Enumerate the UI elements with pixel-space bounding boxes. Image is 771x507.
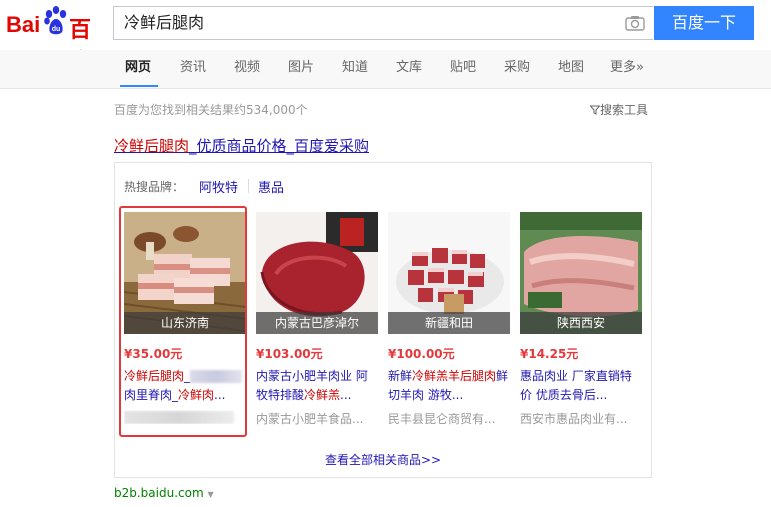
tab-more[interactable]: 更多» [610, 50, 644, 86]
source-url[interactable]: b2b.baidu.com ▼ [114, 486, 214, 500]
product-image[interactable]: 陕西西安 [520, 212, 642, 334]
paw-icon: du [44, 6, 67, 35]
search-tools-label: 搜索工具 [600, 103, 649, 117]
result-title-rest: _优质商品价格_百度爱采购 [189, 137, 370, 155]
header: Bai du 百度 冷鲜后腿肉 百度一下 [0, 0, 771, 74]
product-description[interactable]: 内蒙古小肥羊肉业 阿牧特排酸冷鲜羔... [256, 367, 378, 405]
search-button[interactable]: 百度一下 [654, 6, 754, 40]
chevron-down-icon: ▼ [207, 490, 214, 499]
product-price: ¥100.00元 [388, 347, 455, 361]
brand-link[interactable]: 阿牧特 [199, 177, 238, 196]
result-title-link[interactable]: 冷鲜后腿肉_优质商品价格_百度爱采购 [114, 135, 369, 156]
tab-map[interactable]: 地图 [558, 50, 584, 86]
baidu-logo[interactable]: Bai du 百度 [6, 4, 106, 74]
logo-text-left: Bai [6, 12, 41, 37]
seller-name: 内蒙古小肥羊食品... [256, 412, 364, 426]
seller-name: 民丰县昆仑商贸有... [388, 412, 496, 426]
search-input[interactable]: 冷鲜后腿肉 [113, 6, 653, 40]
view-all-link[interactable]: 查看全部相关商品>> [115, 451, 651, 468]
result-title-highlight: 冷鲜后腿肉 [114, 137, 190, 155]
product-description[interactable]: 新鲜冷鲜羔羊后腿肉鲜切羊肉 游牧... [388, 367, 510, 405]
tab-wenku[interactable]: 文库 [396, 50, 422, 86]
seller-name: 西安市惠品肉业有... [520, 412, 628, 426]
product-image[interactable]: 新疆和田 [388, 212, 510, 334]
tab-caigou[interactable]: 采购 [504, 50, 530, 86]
location-label: 陕西西安 [520, 312, 642, 334]
location-label: 内蒙古巴彦淖尔 [256, 312, 378, 334]
hot-brands-label: 热搜品牌： [124, 180, 185, 194]
selection-highlight [119, 206, 247, 437]
filter-icon [589, 105, 601, 115]
product-image[interactable]: 内蒙古巴彦淖尔 [256, 212, 378, 334]
svg-text:du: du [52, 26, 61, 33]
nav-tabs: 网页 资讯 视频 图片 知道 文库 贴吧 采购 地图 更多» [0, 50, 771, 89]
search-query[interactable]: 冷鲜后腿肉 [124, 7, 204, 39]
tab-video[interactable]: 视频 [234, 50, 260, 86]
result-count: 百度为您找到相关结果约534,000个 [114, 103, 308, 117]
brand-link[interactable]: 惠品 [258, 177, 284, 196]
camera-icon[interactable] [625, 15, 645, 31]
active-tab-indicator [120, 85, 158, 87]
brand-divider [248, 179, 249, 193]
tab-tieba[interactable]: 贴吧 [450, 50, 476, 86]
product-price: ¥103.00元 [256, 347, 323, 361]
product-price: ¥14.25元 [520, 347, 579, 361]
search-tools[interactable]: 搜索工具 [589, 101, 649, 118]
tab-images[interactable]: 图片 [288, 50, 314, 86]
tab-web[interactable]: 网页 [125, 50, 151, 86]
product-description[interactable]: 惠品肉业 厂家直销特价 优质去骨后... [520, 367, 642, 405]
location-label: 新疆和田 [388, 312, 510, 334]
tab-zhidao[interactable]: 知道 [342, 50, 368, 86]
tab-news[interactable]: 资讯 [180, 50, 206, 86]
